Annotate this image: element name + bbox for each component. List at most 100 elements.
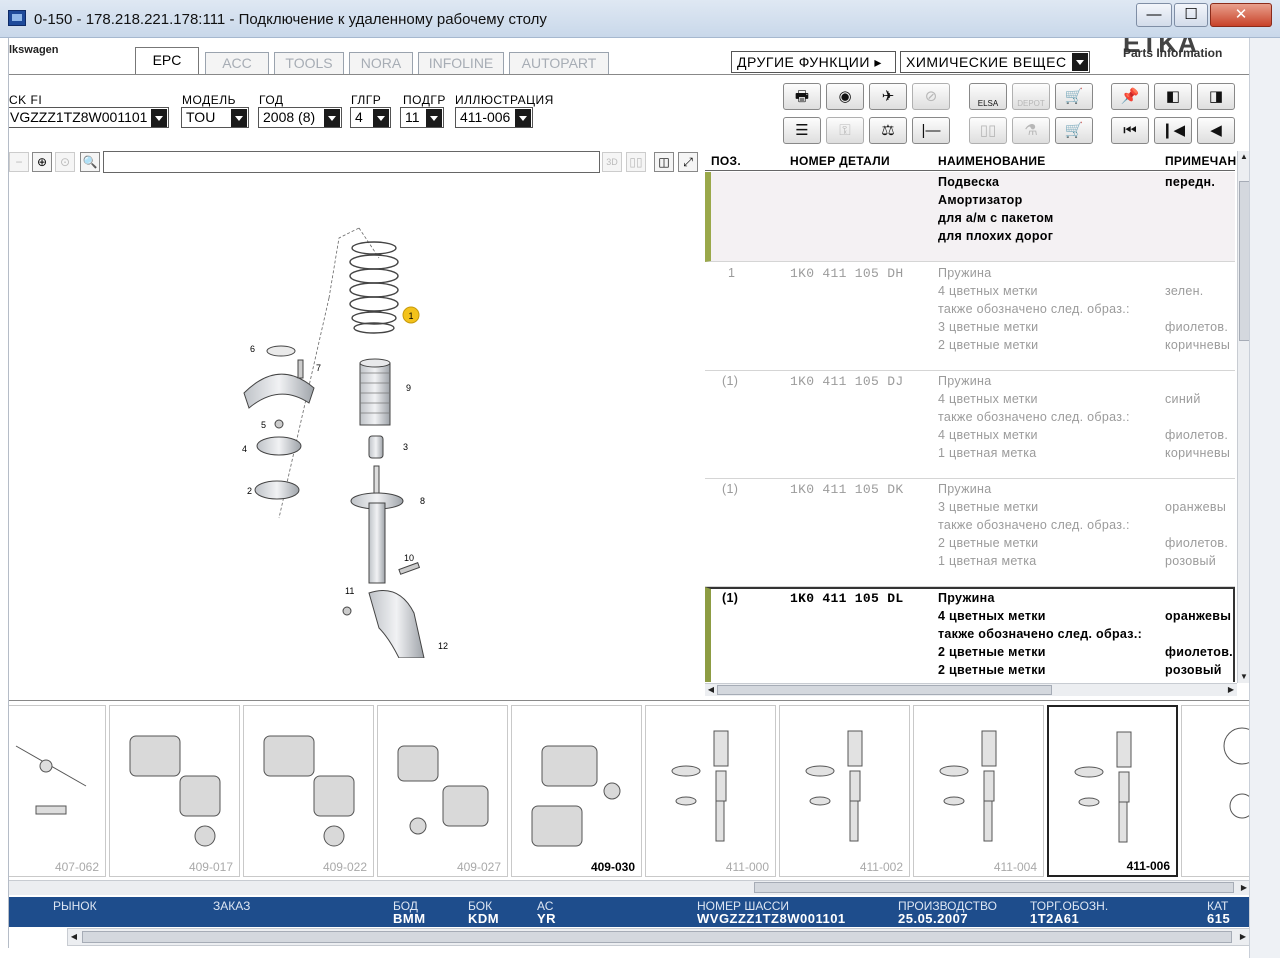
callout-10[interactable]: 10	[404, 553, 414, 563]
minimize-button[interactable]: —	[1136, 3, 1172, 27]
table-vertical-scrollbar[interactable]: ▲ ▼	[1237, 151, 1249, 683]
thumbnail-409-027[interactable]: 409-027	[377, 705, 508, 877]
callout-8[interactable]: 8	[420, 496, 425, 506]
table-row[interactable]: 1 1K0 411 105 DH Пружина 4 цветных метки…	[705, 263, 1235, 371]
model-select[interactable]: TOU	[181, 107, 249, 128]
balance-button[interactable]: ⚖	[869, 117, 907, 144]
compare-button[interactable]: ▯▯	[969, 117, 1007, 144]
table-row[interactable]: (1) 1K0 411 105 DJ Пружина 4 цветных мет…	[705, 371, 1235, 479]
thumbnail-409-017[interactable]: 409-017	[109, 705, 240, 877]
exploded-diagram[interactable]: 1 2 3 4 5 6 7 8 9 10 11 12	[209, 218, 469, 658]
tab-infoline[interactable]: INFOLINE	[418, 52, 504, 74]
callout-12[interactable]: 12	[438, 641, 448, 651]
vin-select[interactable]: VGZZZ1TZ8W001101	[9, 107, 169, 128]
thumbnail-next[interactable]	[1181, 705, 1249, 877]
prev-page-button[interactable]: ◧	[1154, 83, 1192, 110]
callout-3[interactable]: 3	[403, 442, 408, 452]
view-3d-button[interactable]: 3D	[602, 152, 622, 172]
zoom-out-button[interactable]: −	[9, 152, 29, 172]
scroll-up-icon[interactable]: ▲	[1238, 151, 1249, 163]
vin-value: VGZZZ1TZ8W001101	[10, 109, 148, 125]
callout-1[interactable]: 1	[402, 306, 420, 324]
thumbnail-411-006[interactable]: 411-006	[1047, 705, 1178, 877]
elsa-button[interactable]: ELSA	[969, 83, 1007, 110]
callout-4[interactable]: 4	[242, 444, 247, 454]
tab-nora[interactable]: NORA	[349, 52, 413, 74]
callout-6[interactable]: 6	[250, 344, 255, 354]
table-horizontal-scrollbar[interactable]: ◀ ▶	[705, 683, 1237, 696]
remote-desktop-icon	[8, 10, 26, 26]
minus-button[interactable]: |—	[912, 117, 950, 144]
thumbnail-409-030[interactable]: 409-030	[511, 705, 642, 877]
col-pos[interactable]: ПОЗ.	[711, 154, 741, 168]
search-button[interactable]: 🔍	[80, 152, 100, 172]
search-input[interactable]	[103, 151, 600, 173]
callout-9[interactable]: 9	[406, 383, 411, 393]
thumbnail-411-000[interactable]: 411-000	[645, 705, 776, 877]
expand-button[interactable]: ⤢	[678, 152, 698, 172]
zoom-fit-button[interactable]: ⊙	[55, 152, 75, 172]
group-line: для а/м с пакетом	[938, 211, 1054, 225]
row-name: 4 цветных метки	[938, 284, 1038, 298]
callout-11[interactable]: 11	[345, 586, 354, 596]
other-functions-select[interactable]: ХИМИЧЕСКИЕ ВЕЩЕС	[900, 51, 1090, 73]
year-select[interactable]: 2008 (8)	[258, 107, 342, 128]
scrollbar-thumb[interactable]	[82, 931, 1232, 943]
depot-button[interactable]: DEPOT	[1012, 83, 1050, 110]
dealer-button[interactable]: ⚗	[1012, 117, 1050, 144]
subgroup-select[interactable]: 11	[400, 107, 444, 128]
upper-mount	[243, 345, 315, 500]
scrollbar-thumb[interactable]	[717, 685, 1052, 695]
split-view-button[interactable]: ▯▯	[626, 152, 646, 172]
search-parts-button[interactable]: ⊘	[912, 83, 950, 110]
row-name: 2 цветные метки	[938, 338, 1039, 352]
col-part-number[interactable]: НОМЕР ДЕТАЛИ	[790, 154, 890, 168]
back-step-button[interactable]: ❙◀	[1154, 117, 1192, 144]
thumbnail-409-022[interactable]: 409-022	[243, 705, 374, 877]
scroll-left-icon[interactable]: ◀	[705, 684, 717, 696]
table-row-selected[interactable]: (1) 1K0 411 105 DL Пружина 4 цветных мет…	[705, 587, 1235, 682]
other-functions-button[interactable]: ДРУГИЕ ФУНКЦИИ ▸	[731, 51, 896, 73]
print-button[interactable]: 🖶	[783, 83, 821, 110]
order-cart-button[interactable]: 🛒	[1055, 117, 1093, 144]
scrollbar-thumb[interactable]	[1239, 181, 1249, 341]
tab-tools[interactable]: TOOLS	[274, 52, 344, 74]
table-group-header[interactable]: Подвеска Амортизатор для а/м с пакетом д…	[705, 172, 1235, 262]
scroll-right-icon[interactable]: ▶	[1225, 684, 1237, 696]
close-button[interactable]: ✕	[1210, 3, 1272, 27]
key-button[interactable]: ⚿	[826, 117, 864, 144]
col-name[interactable]: НАИМЕНОВАНИЕ	[938, 154, 1046, 168]
thumbnail-407-062[interactable]: 407-062	[9, 705, 106, 877]
scrollbar-thumb[interactable]	[754, 882, 1234, 893]
scroll-left-icon[interactable]: ◀	[68, 931, 80, 943]
thumbnail-411-002[interactable]: 411-002	[779, 705, 910, 877]
tab-autopart[interactable]: AUTOPART	[509, 52, 609, 74]
pin-button[interactable]: 📌	[1111, 83, 1149, 110]
callout-2[interactable]: 2	[247, 486, 252, 496]
layout-button[interactable]: ◫	[654, 152, 674, 172]
back-button[interactable]: ◀	[1197, 117, 1235, 144]
window-horizontal-scrollbar[interactable]: ◀ ▶	[67, 928, 1249, 946]
maximize-button[interactable]: ☐	[1174, 3, 1208, 27]
service-button[interactable]: ◉	[826, 83, 864, 110]
callout-7[interactable]: 7	[316, 363, 321, 373]
tab-acc[interactable]: ACC	[205, 52, 269, 74]
strip-scrollbar[interactable]: ▶	[9, 880, 1249, 895]
illustration-select[interactable]: 411-006	[455, 107, 533, 128]
table-row[interactable]: (1) 1K0 411 105 DK Пружина 3 цветные мет…	[705, 479, 1235, 587]
tab-epc[interactable]: EPC	[135, 47, 199, 75]
zoom-in-button[interactable]: ⊕	[32, 152, 52, 172]
scroll-right-icon[interactable]: ▶	[1238, 882, 1249, 894]
cart-button[interactable]: 🛒	[1055, 83, 1093, 110]
remote-window-scrollbar[interactable]	[1249, 38, 1280, 958]
next-page-button[interactable]: ◨	[1197, 83, 1235, 110]
send-button[interactable]: ✈	[869, 83, 907, 110]
list-button[interactable]: ☰	[783, 117, 821, 144]
callout-5[interactable]: 5	[261, 420, 266, 430]
thumbnail-411-004[interactable]: 411-004	[913, 705, 1044, 877]
main-group-select[interactable]: 4	[350, 107, 391, 128]
first-button[interactable]: ⏮	[1111, 117, 1149, 144]
scroll-right-icon[interactable]: ▶	[1237, 931, 1249, 943]
scroll-down-icon[interactable]: ▼	[1238, 671, 1249, 683]
status-catalog-value: 615	[1207, 911, 1231, 926]
